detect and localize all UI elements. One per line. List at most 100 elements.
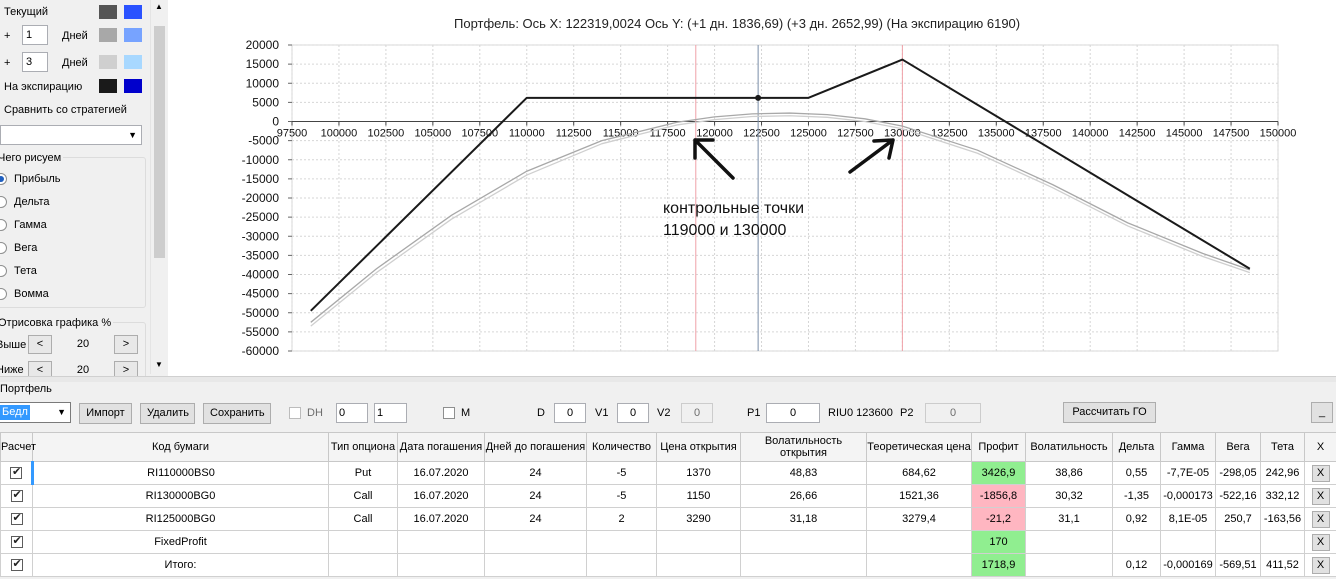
cell-theoretical-price[interactable] <box>866 553 972 577</box>
cell-open-price[interactable] <box>656 553 741 577</box>
cell-days-left[interactable]: 24 <box>484 507 587 531</box>
calculate-margin-button[interactable]: Рассчитать ГО <box>1063 402 1156 423</box>
dh-checkbox[interactable] <box>289 407 301 419</box>
cell-remove[interactable]: X <box>1304 507 1336 531</box>
cell-remove[interactable]: X <box>1304 461 1336 485</box>
cell-calc[interactable] <box>0 461 34 485</box>
cell-expiry-date[interactable]: 16.07.2020 <box>397 507 485 531</box>
col-header-theta[interactable]: Тета <box>1260 432 1305 462</box>
col-header-vega[interactable]: Вега <box>1215 432 1261 462</box>
calc-checkbox[interactable] <box>10 488 23 503</box>
cell-calc[interactable] <box>0 553 33 577</box>
cell-delta[interactable]: 0,92 <box>1112 507 1161 531</box>
cell-vega[interactable]: -569,51 <box>1215 553 1261 577</box>
col-header-open-volatility[interactable]: Волатильность открытия <box>740 432 867 462</box>
cell-code[interactable]: Итого: <box>32 553 329 577</box>
cell-open-volatility[interactable]: 48,83 <box>740 461 867 485</box>
above-increase-button[interactable]: > <box>114 335 138 354</box>
plus1-swatch-gray[interactable] <box>99 28 117 42</box>
cell-profit[interactable]: -1856,8 <box>971 484 1026 508</box>
cell-open-volatility[interactable] <box>740 553 867 577</box>
d-input[interactable]: 0 <box>554 403 586 423</box>
cell-theta[interactable] <box>1260 530 1305 554</box>
cell-volatility[interactable] <box>1025 530 1113 554</box>
cell-gamma[interactable] <box>1160 530 1216 554</box>
cell-open-price[interactable]: 3290 <box>656 507 741 531</box>
p2-input[interactable]: 0 <box>925 403 981 423</box>
cell-days-left[interactable] <box>484 553 587 577</box>
cell-expiry-date[interactable]: 16.07.2020 <box>397 461 485 485</box>
below-decrease-button[interactable]: < <box>28 361 52 376</box>
delete-button[interactable]: Удалить <box>140 403 195 424</box>
scrollbar-thumb[interactable] <box>154 26 165 258</box>
cell-type[interactable] <box>328 553 398 577</box>
cell-open-price[interactable]: 1150 <box>656 484 741 508</box>
cell-days-left[interactable] <box>484 530 587 554</box>
save-button[interactable]: Сохранить <box>203 403 271 424</box>
cell-code[interactable]: RI125000BG0 <box>32 507 329 531</box>
expiry-swatch-black[interactable] <box>99 79 117 93</box>
remove-row-button[interactable]: X <box>1311 556 1330 574</box>
calc-checkbox[interactable] <box>10 534 23 549</box>
cell-volatility[interactable]: 38,86 <box>1025 461 1113 485</box>
cell-code[interactable]: RI130000BG0 <box>32 484 329 508</box>
cell-vega[interactable] <box>1215 530 1261 554</box>
cell-volatility[interactable]: 31,1 <box>1025 507 1113 531</box>
cell-open-volatility[interactable]: 26,66 <box>740 484 867 508</box>
col-header-quantity[interactable]: Количество <box>586 432 657 462</box>
remove-row-button[interactable]: X <box>1311 533 1330 551</box>
table-row[interactable]: FixedProfit 170 X <box>0 530 1336 554</box>
col-header-volatility[interactable]: Волатильность <box>1025 432 1113 462</box>
cell-open-volatility[interactable]: 31,18 <box>740 507 867 531</box>
current-swatch-gray[interactable] <box>99 5 117 19</box>
cell-theoretical-price[interactable]: 684,62 <box>866 461 972 485</box>
cell-code[interactable]: RI110000BS0 <box>32 461 329 485</box>
table-row[interactable]: RI125000BG0Call16.07.2020242329031,18327… <box>0 507 1336 531</box>
cell-gamma[interactable]: 8,1E-05 <box>1160 507 1216 531</box>
cell-calc[interactable] <box>0 530 33 554</box>
col-header-delta[interactable]: Дельта <box>1112 432 1161 462</box>
expiry-swatch-blue[interactable] <box>124 79 142 93</box>
plus1-swatch-blue[interactable] <box>124 28 142 42</box>
cell-open-volatility[interactable] <box>740 530 867 554</box>
cell-volatility[interactable] <box>1025 553 1113 577</box>
cell-quantity[interactable]: -5 <box>586 484 657 508</box>
cell-delta[interactable]: 0,55 <box>1112 461 1161 485</box>
cell-remove[interactable]: X <box>1304 530 1336 554</box>
remove-row-button[interactable]: X <box>1311 487 1330 505</box>
cell-theta[interactable]: 242,96 <box>1260 461 1305 485</box>
cell-remove[interactable]: X <box>1304 484 1336 508</box>
current-swatch-blue[interactable] <box>124 5 142 19</box>
m-checkbox[interactable] <box>443 407 455 419</box>
cell-expiry-date[interactable]: 16.07.2020 <box>397 484 485 508</box>
v2-input[interactable]: 0 <box>681 403 713 423</box>
cell-theta[interactable]: 411,52 <box>1260 553 1305 577</box>
cell-vega[interactable]: -522,16 <box>1215 484 1261 508</box>
cell-vega[interactable]: -298,05 <box>1215 461 1261 485</box>
cell-profit[interactable]: 170 <box>971 530 1026 554</box>
cell-volatility[interactable]: 30,32 <box>1025 484 1113 508</box>
table-row[interactable]: RI130000BG0Call16.07.202024-5115026,6615… <box>0 484 1336 508</box>
cell-days-left[interactable]: 24 <box>484 484 587 508</box>
col-header-code[interactable]: Код бумаги <box>32 432 329 462</box>
cell-quantity[interactable]: -5 <box>586 461 657 485</box>
cell-code[interactable]: FixedProfit <box>32 530 329 554</box>
cell-gamma[interactable]: -0,000173 <box>1160 484 1216 508</box>
cell-delta[interactable] <box>1112 530 1161 554</box>
col-header-days-left[interactable]: Дней до погашения <box>484 432 587 462</box>
cell-vega[interactable]: 250,7 <box>1215 507 1261 531</box>
cell-calc[interactable] <box>0 484 33 508</box>
minimize-button[interactable]: _ <box>1311 402 1333 423</box>
v1-input[interactable]: 0 <box>617 403 649 423</box>
cell-profit[interactable]: 1718,9 <box>971 553 1026 577</box>
profit-chart[interactable]: 20000 15000 10000 5000 0 -5000 -10000 -15000 -20… <box>168 0 1336 376</box>
cell-theta[interactable]: 332,12 <box>1260 484 1305 508</box>
remove-row-button[interactable]: X <box>1311 464 1330 482</box>
dh-spinner-1[interactable]: 0 <box>336 403 368 423</box>
import-button[interactable]: Импорт <box>79 403 132 424</box>
portfolio-select[interactable]: Бедл ▼ <box>0 402 71 423</box>
plus3-swatch-gray[interactable] <box>99 55 117 69</box>
col-header-gamma[interactable]: Гамма <box>1160 432 1216 462</box>
plus1-days-input[interactable]: 1 <box>22 25 48 45</box>
cell-type[interactable]: Put <box>328 461 398 485</box>
